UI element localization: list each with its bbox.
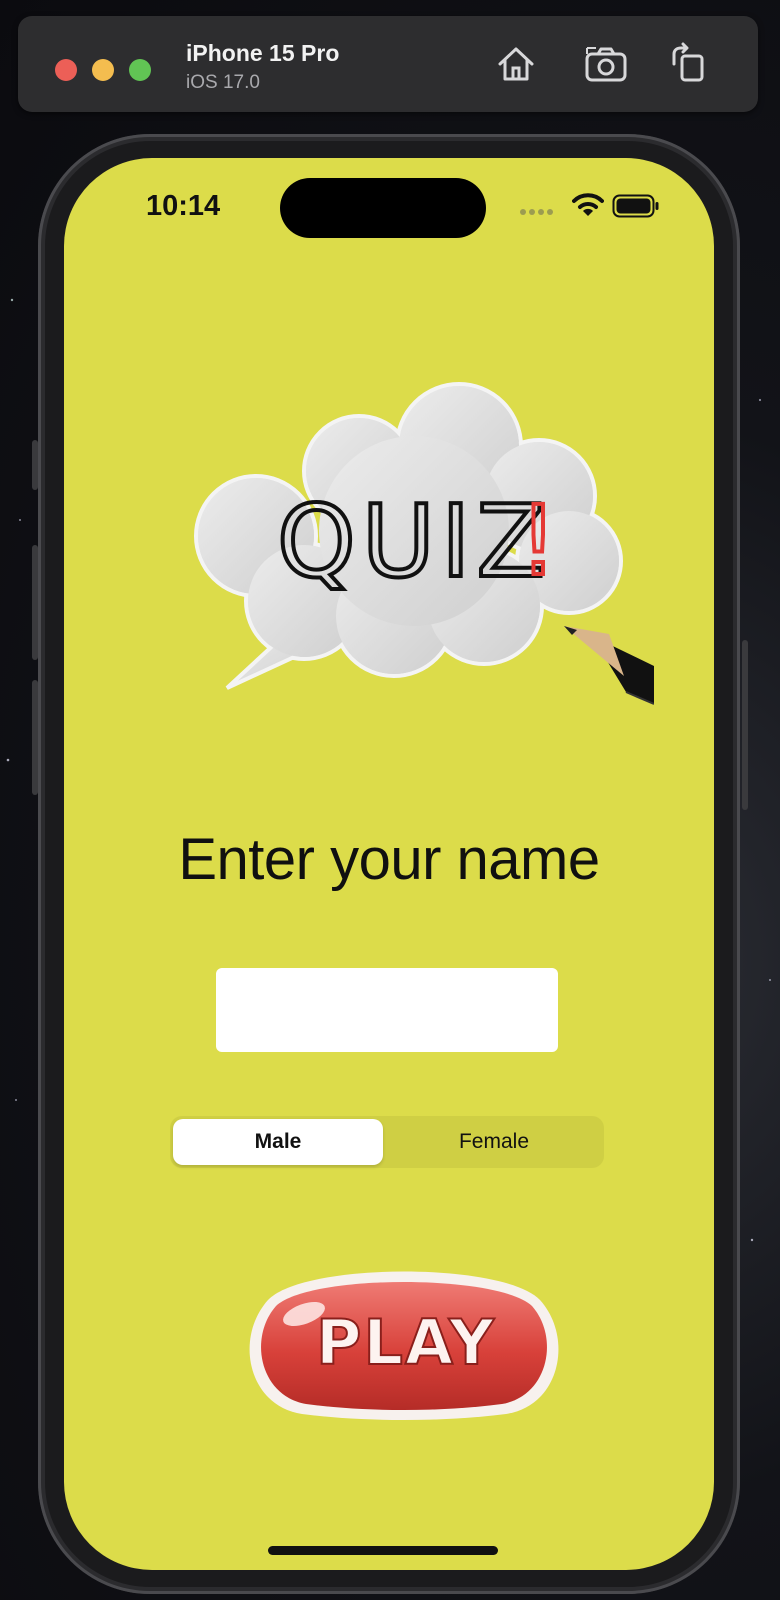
window-close-button[interactable] [55,59,77,81]
device-name: iPhone 15 Pro [186,40,340,66]
quiz-logo: QUIZ ! [194,382,654,705]
volume-up-button [32,545,38,660]
home-icon[interactable] [494,42,538,86]
quiz-logo-exclamation: ! [519,485,557,597]
app-screen: 10:14 QUIZ ! Enter your name Male Female… [64,158,714,1570]
play-button[interactable]: PLAY [244,1266,564,1420]
gender-segmented-control: Male Female [170,1116,604,1168]
window-zoom-button[interactable] [129,59,151,81]
power-button [742,640,748,810]
status-time: 10:14 [146,190,221,222]
play-button-label: PLAY [316,1306,496,1379]
quiz-logo-text: QUIZ [277,483,551,600]
wifi-icon [572,193,604,216]
gender-option-male[interactable]: Male [173,1119,383,1165]
play-button-graphic: PLAY [249,1271,559,1420]
dynamic-island [280,178,486,238]
window-minimize-button[interactable] [92,59,114,81]
mute-switch [32,440,38,490]
pencil-icon [564,626,654,705]
simulator-toolbar: iPhone 15 Pro iOS 17.0 [18,16,758,112]
gender-option-female[interactable]: Female [387,1119,601,1165]
device-os-version: iOS 17.0 [186,72,260,93]
home-indicator [268,1546,498,1555]
battery-icon [612,194,659,218]
cellular-signal-icon [520,209,553,215]
name-input[interactable] [216,968,558,1052]
name-prompt-label: Enter your name [178,827,600,892]
screenshot-icon[interactable] [584,42,628,86]
volume-down-button [32,680,38,795]
rotate-icon[interactable] [666,42,710,86]
